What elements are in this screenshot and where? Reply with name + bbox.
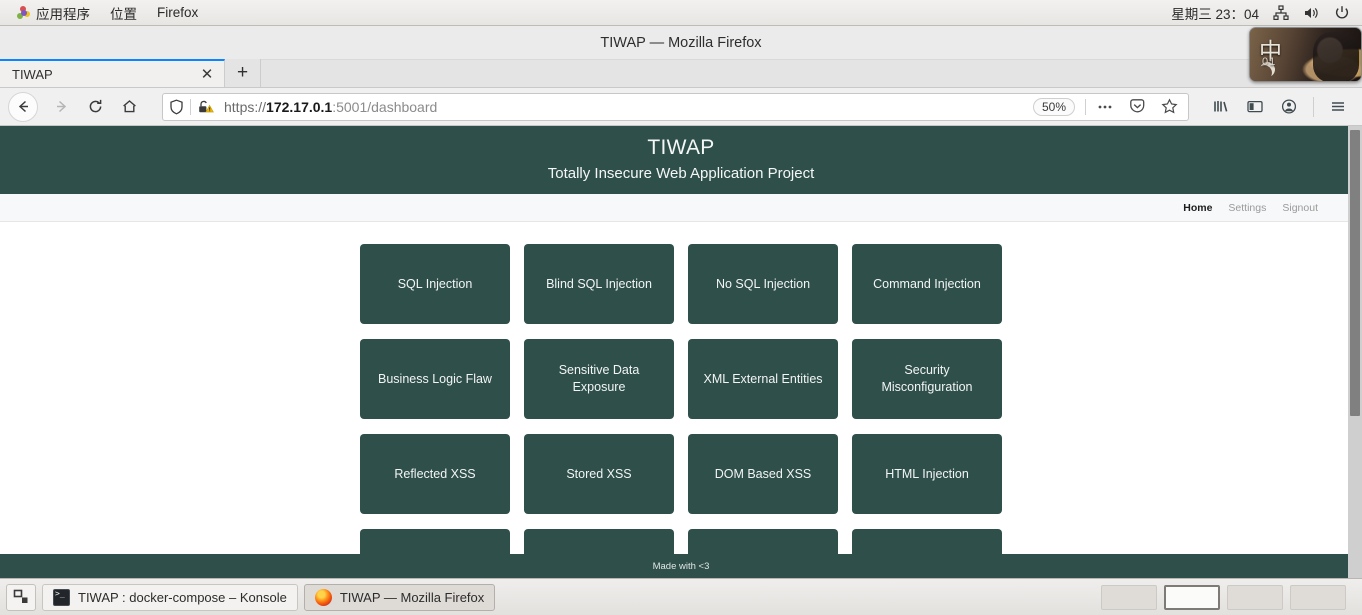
toolbar-right-group [1197,93,1354,121]
tracking-protection-shield-icon[interactable] [169,99,184,115]
volume-icon[interactable] [1303,5,1320,21]
window-titlebar: TIWAP — Mozilla Firefox [0,26,1362,60]
app-menu-icon[interactable] [1322,93,1354,121]
card-row: Reflected XSS Stored XSS DOM Based XSS H… [0,434,1362,514]
page-scrollbar[interactable] [1348,126,1362,578]
card-business-logic-flaw[interactable]: Business Logic Flaw [360,339,510,419]
account-icon[interactable] [1273,93,1305,121]
insecure-lock-warning-icon[interactable] [197,99,214,115]
menu-applications[interactable]: 应用程序 [6,0,100,26]
menu-applications-label: 应用程序 [36,6,90,22]
card-security-misconfiguration[interactable]: Security Misconfiguration [852,339,1002,419]
url-scheme: https:// [224,98,267,115]
vulnerability-cards-grid: SQL Injection Blind SQL Injection No SQL… [0,222,1362,578]
power-icon[interactable] [1334,5,1350,21]
gnome-foot-icon [16,5,30,20]
page-title: TIWAP [647,136,715,159]
card-row: Business Logic Flaw Sensitive Data Expos… [0,339,1362,419]
url-host: 172.17.0.1 [266,98,333,115]
firefox-window: TIWAP — Mozilla Firefox TIWAP ✕ + https:… [0,26,1362,578]
card-xml-external-entities[interactable]: XML External Entities [688,339,838,419]
card-dom-based-xss[interactable]: DOM Based XSS [688,434,838,514]
clock[interactable]: 星期三 23：04 [1171,3,1259,23]
workspace-1[interactable] [1101,584,1157,610]
konsole-icon [53,588,70,606]
card-reflected-xss[interactable]: Reflected XSS [360,434,510,514]
menu-firefox-label: Firefox [157,5,199,20]
tab-strip: TIWAP ✕ + [0,59,1362,88]
card-row: SQL Injection Blind SQL Injection No SQL… [0,244,1362,324]
network-icon[interactable] [1273,4,1289,21]
desktop-taskbar: TIWAP : docker-compose – Konsole TIWAP —… [0,578,1362,615]
desktop-menu-group: 应用程序 位置 Firefox [0,0,208,26]
close-icon[interactable]: ✕ [198,65,216,83]
bookmark-star-icon[interactable] [1156,95,1182,119]
task-firefox[interactable]: TIWAP — Mozilla Firefox [303,583,496,611]
nav-link-home[interactable]: Home [1183,202,1212,214]
show-desktop-button[interactable] [6,583,36,611]
tab-title: TIWAP [12,66,53,82]
card-sql-injection[interactable]: SQL Injection [360,244,510,324]
home-button[interactable] [112,92,146,122]
page-subtitle: Totally Insecure Web Application Project [547,165,815,182]
page-viewport: TIWAP Totally Insecure Web Application P… [0,126,1362,578]
sidebar-icon[interactable] [1239,93,1271,121]
desktop-tray: 星期三 23：04 [1171,3,1362,23]
navigation-toolbar: https://172.17.0.1:5001/dashboard 50% [0,88,1362,126]
task-konsole-label: TIWAP : docker-compose – Konsole [78,589,287,605]
menu-places-label: 位置 [110,6,137,22]
card-html-injection[interactable]: HTML Injection [852,434,1002,514]
task-firefox-label: TIWAP — Mozilla Firefox [339,589,485,605]
card-command-injection[interactable]: Command Injection [852,244,1002,324]
firefox-icon [314,588,332,606]
menu-firefox[interactable]: Firefox [147,2,208,23]
address-bar[interactable]: https://172.17.0.1:5001/dashboard 50% [162,92,1189,121]
url-display[interactable]: https://172.17.0.1:5001/dashboard [220,99,1027,115]
site-footer: Made with <3 [0,554,1362,578]
workspace-switcher [1101,584,1356,610]
urlbar-divider-2 [1085,98,1086,115]
card-no-sql-injection[interactable]: No SQL Injection [688,244,838,324]
nav-link-settings[interactable]: Settings [1228,202,1266,214]
scrollbar-thumb[interactable] [1350,130,1360,416]
card-stored-xss[interactable]: Stored XSS [524,434,674,514]
task-konsole[interactable]: TIWAP : docker-compose – Konsole [42,583,298,611]
library-icon[interactable] [1205,93,1237,121]
workspace-2[interactable] [1164,584,1220,610]
footer-text: Made with <3 [652,560,710,572]
toolbar-divider [1313,96,1314,117]
window-title: TIWAP — Mozilla Firefox [600,34,762,51]
site-header: TIWAP Totally Insecure Web Application P… [0,126,1362,194]
pocket-icon[interactable] [1124,95,1150,119]
workspace-4[interactable] [1290,584,1346,610]
ime-indicator-popup[interactable]: 中 01 [1249,27,1362,82]
url-path: :5001/dashboard [332,98,438,115]
site-navigation: Home Settings Signout [0,194,1362,222]
tab-tiwap[interactable]: TIWAP ✕ [0,59,225,87]
card-sensitive-data-exposure[interactable]: Sensitive Data Exposure [524,339,674,419]
card-blind-sql-injection[interactable]: Blind SQL Injection [524,244,674,324]
nav-link-signout[interactable]: Signout [1282,202,1318,214]
workspace-3[interactable] [1227,584,1283,610]
back-button[interactable] [8,91,38,122]
ime-sub-label: 01 [1262,56,1277,68]
menu-places[interactable]: 位置 [100,0,147,26]
ellipsis-icon[interactable] [1092,95,1118,119]
forward-button [44,92,78,122]
desktop-top-panel: 应用程序 位置 Firefox 星期三 23：04 [0,0,1362,26]
new-tab-button[interactable]: + [225,59,261,87]
reload-button[interactable] [78,92,112,122]
zoom-level-badge[interactable]: 50% [1032,97,1075,116]
urlbar-divider [190,98,191,115]
